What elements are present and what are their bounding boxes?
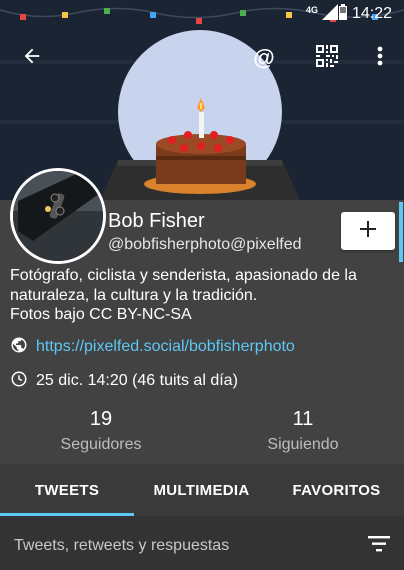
clock-icon — [10, 370, 28, 393]
avatar-phone-camera-image — [13, 171, 103, 261]
followers-stat[interactable]: 19 Seguidores — [26, 408, 176, 454]
status-time: 14:22 — [351, 5, 392, 22]
display-name: Bob Fisher — [108, 210, 205, 232]
tab-favoritos[interactable]: FAVORITOS — [269, 464, 404, 516]
tab-multimedia[interactable]: MULTIMEDIA — [134, 464, 269, 516]
profile-tabs: TWEETS MULTIMEDIA FAVORITOS — [0, 464, 404, 516]
profile-bio: Fotógrafo, ciclista y senderista, apasio… — [10, 266, 395, 325]
signal-icon — [322, 4, 338, 24]
profile-link-row: https://pixelfed.social/bobfisherphoto — [10, 337, 295, 357]
status-bar: 4G 14:22 — [0, 0, 404, 28]
following-stat[interactable]: 11 Siguiendo — [228, 408, 378, 454]
profile-link[interactable]: https://pixelfed.social/bobfisherphoto — [36, 338, 295, 356]
following-label: Siguiendo — [267, 436, 339, 453]
filter-label: Tweets, retweets y respuestas — [14, 537, 230, 554]
qr-code-icon — [315, 44, 339, 73]
followers-count: 19 — [89, 408, 113, 430]
bio-line: Fotos bajo CC BY-NC-SA — [10, 306, 192, 323]
profile-screen: 4G 14:22 @ Bob Fisher @bobfisherphoto@pi… — [0, 0, 404, 570]
qr-code-button[interactable] — [305, 36, 349, 80]
network-type: 4G — [305, 5, 318, 15]
back-button[interactable] — [10, 36, 54, 80]
plus-icon — [359, 220, 377, 243]
profile-toolbar: @ — [0, 36, 404, 80]
filter-icon[interactable] — [368, 536, 390, 557]
tab-tweets[interactable]: TWEETS — [0, 464, 134, 516]
arrow-left-icon — [21, 45, 43, 72]
more-vert-icon — [377, 46, 383, 71]
avatar[interactable] — [10, 168, 106, 264]
bio-line: naturaleza, la cultura y la tradición. — [10, 286, 258, 304]
more-options-button[interactable] — [358, 36, 402, 80]
scroll-indicator — [399, 202, 403, 262]
mention-button[interactable]: @ — [242, 36, 286, 80]
bio-line: Fotógrafo, ciclista y senderista, apasio… — [10, 267, 357, 284]
follow-button[interactable] — [341, 212, 395, 250]
at-icon: @ — [253, 45, 275, 70]
followers-label: Seguidores — [60, 436, 142, 453]
joined-date-row: 25 dic. 14:20 (46 tuits al día) — [10, 371, 238, 391]
timeline-filter-bar[interactable]: Tweets, retweets y respuestas — [0, 516, 404, 570]
joined-date: 25 dic. 14:20 (46 tuits al día) — [36, 372, 238, 389]
battery-icon — [338, 4, 348, 24]
username: @bobfisherphoto@pixelfed — [108, 236, 302, 253]
profile-stats: 19 Seguidores 11 Siguiendo — [0, 408, 404, 458]
following-count: 11 — [292, 408, 314, 430]
globe-icon — [10, 336, 28, 359]
